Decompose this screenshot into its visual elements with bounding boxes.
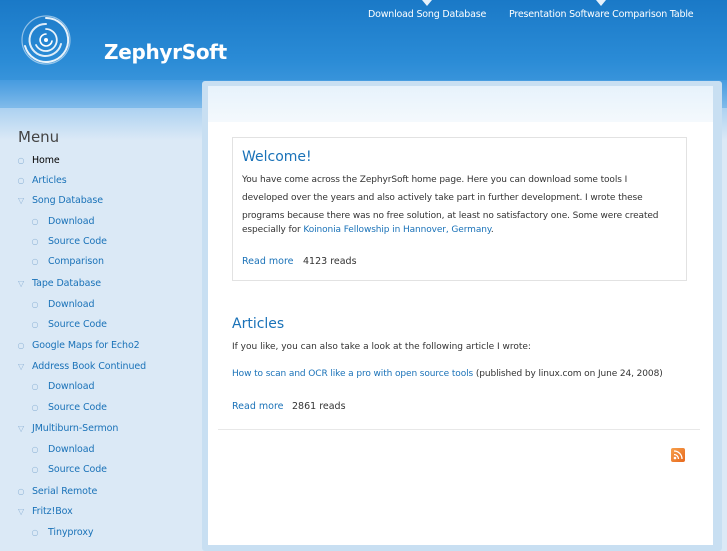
- caret-down-icon: [422, 0, 433, 6]
- sidebar-item-home[interactable]: ○ Home: [16, 155, 60, 166]
- site-name[interactable]: ZephyrSoft: [104, 40, 227, 64]
- sidebar-item-tape-database-download[interactable]: ○ Download: [30, 299, 95, 310]
- primary-link-label: Presentation Software Comparison Table: [509, 9, 694, 20]
- circle-bullet-icon: ○: [31, 465, 39, 474]
- circle-bullet-icon: ○: [17, 341, 25, 350]
- welcome-read-more-link[interactable]: Read more: [242, 256, 294, 267]
- welcome-text: especially for: [242, 225, 304, 235]
- sidebar-item-label: Fritz!Box: [32, 506, 73, 517]
- sidebar-item-label: Address Book Continued: [32, 361, 147, 372]
- sidebar-item-label: Source Code: [48, 402, 107, 413]
- sidebar-item-label: Source Code: [48, 236, 107, 247]
- articles-intro: If you like, you can also take a look at…: [232, 342, 531, 352]
- sidebar-item-label: Serial Remote: [32, 486, 98, 497]
- primary-link-presentation-software-comparison[interactable]: Presentation Software Comparison Table: [509, 0, 694, 20]
- circle-bullet-icon: ○: [31, 300, 39, 309]
- content-top-bar: [208, 86, 713, 122]
- circle-bullet-icon: ○: [17, 176, 25, 185]
- triangle-down-icon: ▽: [17, 424, 25, 433]
- sidebar-item-jmultiburn-source-code[interactable]: ○ Source Code: [30, 464, 107, 475]
- primary-links: Download Song Database Presentation Soft…: [0, 0, 727, 23]
- circle-bullet-icon: ○: [17, 156, 25, 165]
- circle-bullet-icon: ○: [31, 217, 39, 226]
- sidebar-item-tinyproxy[interactable]: ○ Tinyproxy: [30, 527, 94, 538]
- sidebar-item-song-database[interactable]: ▽ Song Database: [16, 195, 103, 206]
- sidebar-item-label: Source Code: [48, 319, 107, 330]
- articles-title[interactable]: Articles: [232, 316, 284, 332]
- sidebar-item-google-maps-echo2[interactable]: ○ Google Maps for Echo2: [16, 340, 140, 351]
- sidebar-item-label: Song Database: [32, 195, 103, 206]
- welcome-text-line: You have come across the ZephyrSoft home…: [242, 175, 628, 185]
- sidebar-item-song-database-comparison[interactable]: ○ Comparison: [30, 256, 104, 267]
- sidebar-item-address-book-source-code[interactable]: ○ Source Code: [30, 402, 107, 413]
- circle-bullet-icon: ○: [31, 528, 39, 537]
- sidebar-item-tape-database[interactable]: ▽ Tape Database: [16, 278, 101, 289]
- article-note: (published by linux.com on June 24, 2008…: [473, 369, 663, 379]
- sidebar-item-label: Tinyproxy: [48, 527, 94, 538]
- welcome-read-count: 4123 reads: [303, 256, 357, 267]
- sidebar-item-song-database-download[interactable]: ○ Download: [30, 216, 95, 227]
- triangle-down-icon: ▽: [17, 279, 25, 288]
- articles-read-count: 2861 reads: [292, 401, 346, 412]
- divider: [218, 429, 700, 430]
- sidebar-item-label: Download: [48, 444, 95, 455]
- circle-bullet-icon: ○: [31, 403, 39, 412]
- koinonia-fellowship-link[interactable]: Koinonia Fellowship in Hannover, Germany: [303, 225, 491, 235]
- primary-link-label: Download Song Database: [368, 9, 487, 20]
- sidebar-item-label: Download: [48, 381, 95, 392]
- sidebar-item-address-book-download[interactable]: ○ Download: [30, 381, 95, 392]
- circle-bullet-icon: ○: [31, 237, 39, 246]
- triangle-down-icon: ▽: [17, 196, 25, 205]
- circle-bullet-icon: ○: [31, 257, 39, 266]
- sidebar-item-jmultiburn-download[interactable]: ○ Download: [30, 444, 95, 455]
- welcome-text: .: [490, 225, 494, 235]
- sidebar-item-song-database-source-code[interactable]: ○ Source Code: [30, 236, 107, 247]
- sidebar-item-articles[interactable]: ○ Articles: [16, 175, 67, 186]
- sidebar-item-label: JMultiburn-Sermon: [32, 423, 119, 434]
- welcome-text-line: developed over the years and also active…: [242, 193, 643, 203]
- welcome-text-line: especially for Koinonia Fellowship in Ha…: [242, 225, 494, 235]
- sidebar-item-label: Download: [48, 299, 95, 310]
- circle-bullet-icon: ○: [31, 320, 39, 329]
- primary-link-download-song-database[interactable]: Download Song Database: [368, 0, 487, 20]
- sidebar-item-label: Home: [32, 155, 60, 166]
- sidebar-item-serial-remote[interactable]: ○ Serial Remote: [16, 486, 98, 497]
- welcome-text-line: programs because there was no free solut…: [242, 211, 659, 221]
- caret-down-icon: [596, 0, 607, 6]
- sidebar-item-jmultiburn-sermon[interactable]: ▽ JMultiburn-Sermon: [16, 423, 118, 434]
- rss-feed-icon[interactable]: [671, 448, 685, 462]
- sidebar-item-tape-database-source-code[interactable]: ○ Source Code: [30, 319, 107, 330]
- welcome-title[interactable]: Welcome!: [242, 149, 312, 165]
- sidebar-item-label: Articles: [32, 175, 67, 186]
- menu-title: Menu: [18, 128, 60, 146]
- triangle-down-icon: ▽: [17, 362, 25, 371]
- circle-bullet-icon: ○: [17, 487, 25, 496]
- sidebar-item-address-book-continued[interactable]: ▽ Address Book Continued: [16, 361, 146, 372]
- article-link-scan-ocr[interactable]: How to scan and OCR like a pro with open…: [232, 369, 473, 379]
- circle-bullet-icon: ○: [31, 382, 39, 391]
- sidebar-item-label: Google Maps for Echo2: [32, 340, 140, 351]
- sidebar-item-label: Download: [48, 216, 95, 227]
- triangle-down-icon: ▽: [17, 507, 25, 516]
- sidebar-item-label: Source Code: [48, 464, 107, 475]
- sidebar-item-label: Tape Database: [32, 278, 101, 289]
- sidebar-item-fritzbox[interactable]: ▽ Fritz!Box: [16, 506, 73, 517]
- circle-bullet-icon: ○: [31, 445, 39, 454]
- article-entry: How to scan and OCR like a pro with open…: [232, 369, 663, 379]
- sidebar-item-label: Comparison: [48, 256, 104, 267]
- articles-read-more-link[interactable]: Read more: [232, 401, 284, 412]
